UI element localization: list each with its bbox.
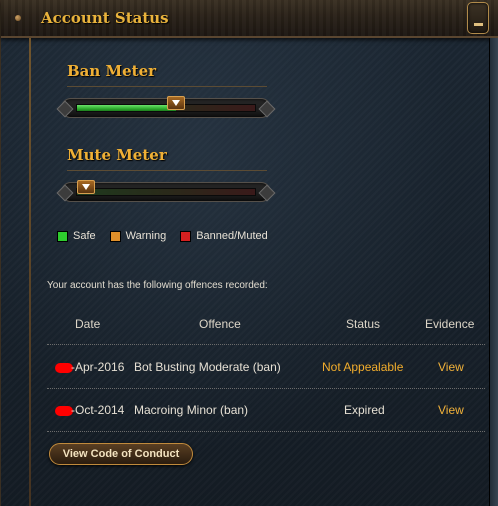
scrollbar[interactable] [489, 38, 498, 506]
account-status-panel: Account Status Ban Meter Mute Meter Safe… [0, 0, 498, 506]
offence-name: Bot Busting Moderate (ban) [134, 360, 281, 374]
offences-intro: Your account has the following offences … [47, 280, 268, 291]
legend-safe: Safe [57, 230, 96, 242]
rivet-icon [15, 15, 21, 21]
warning-swatch-icon [109, 230, 121, 242]
legend-label: Safe [73, 230, 96, 242]
view-evidence-link[interactable]: View [438, 403, 464, 417]
view-code-of-conduct-button[interactable]: View Code of Conduct [49, 443, 193, 465]
offence-status: Not Appealable [322, 360, 404, 374]
safe-swatch-icon [57, 230, 68, 242]
legend-label: Warning [125, 230, 167, 242]
divider [67, 86, 267, 87]
column-offence: Offence [199, 317, 241, 331]
offence-name: Macroing Minor (ban) [134, 403, 249, 417]
offence-date: -Apr-2016 [55, 360, 124, 374]
minimize-icon [474, 23, 483, 26]
column-evidence: Evidence [425, 317, 475, 331]
mute-meter-track [76, 180, 256, 196]
ban-meter-title: Ban Meter [67, 62, 157, 80]
offences-table-header: Date Offence Status Evidence [47, 312, 485, 342]
panel-header: Account Status [1, 0, 498, 38]
mute-meter [61, 180, 271, 202]
ban-meter-fill [77, 105, 176, 111]
legend-banned: Banned/Muted [180, 230, 268, 242]
ban-meter-pointer-icon [167, 96, 185, 110]
legend-label: Banned/Muted [196, 230, 268, 242]
side-divider [29, 38, 31, 506]
column-date: Date [75, 317, 101, 331]
meter-legend: Safe Warning Banned/Muted [57, 230, 282, 242]
offence-date: -Oct-2014 [55, 403, 124, 417]
banned-swatch-icon [180, 230, 192, 242]
mute-meter-pointer-icon [77, 180, 95, 194]
row-divider [47, 431, 485, 432]
offence-status: Expired [344, 403, 385, 417]
table-row: -Oct-2014 Macroing Minor (ban) Expired V… [47, 388, 485, 432]
ban-meter [61, 96, 271, 118]
mute-meter-title: Mute Meter [67, 146, 167, 164]
ban-meter-track [76, 96, 256, 112]
divider [67, 170, 267, 171]
legend-warning: Warning [109, 230, 167, 242]
column-status: Status [346, 317, 381, 331]
table-row: -Apr-2016 Bot Busting Moderate (ban) Not… [47, 345, 485, 389]
collapse-button[interactable] [467, 2, 489, 34]
view-evidence-link[interactable]: View [438, 360, 464, 374]
panel-title: Account Status [41, 9, 169, 27]
